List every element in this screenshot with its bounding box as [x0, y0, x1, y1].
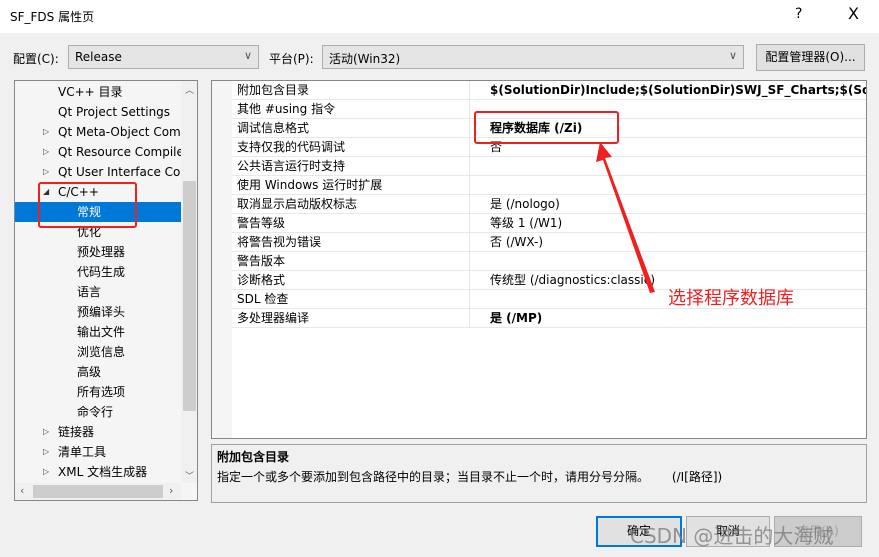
annotation-arrow [596, 142, 655, 293]
annotation-text: 选择程序数据库 [668, 288, 794, 309]
arrow-shape [596, 142, 655, 293]
watermark: CSDN @进击的大海贼 [630, 524, 834, 548]
